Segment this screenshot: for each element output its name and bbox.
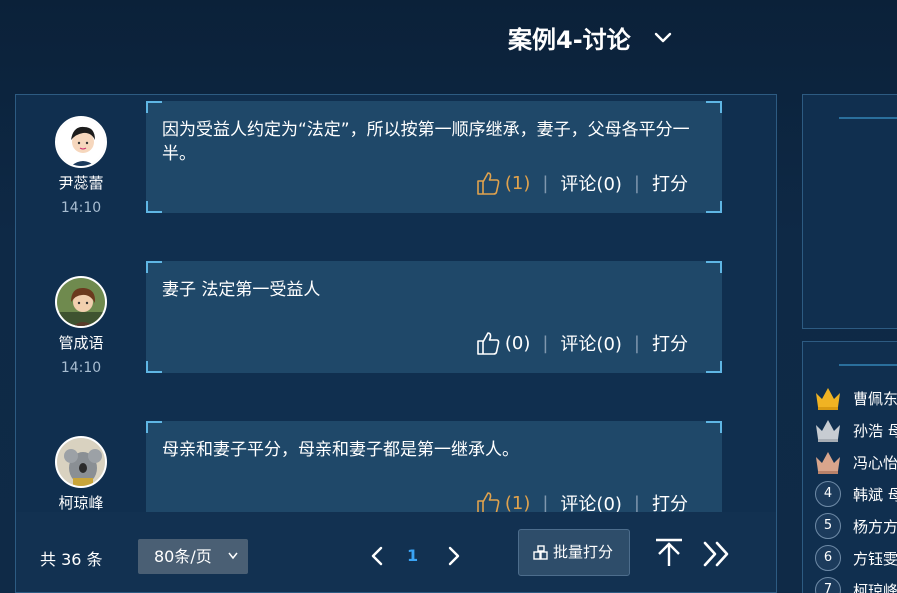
comment-button[interactable]: 评论(0) (560, 330, 622, 356)
double-chevron-right-icon[interactable] (702, 540, 732, 568)
rank-number: 5 (815, 513, 841, 539)
total-count: 共 36 条 (40, 550, 103, 569)
ranking-item[interactable]: 6 方钰雯 (813, 544, 897, 572)
post-bubble: 妻子 法定第一受益人 (0) | 评论(0) | 打分 (146, 261, 722, 373)
rank-number: 7 (815, 577, 841, 593)
like-count: (1) (504, 492, 531, 513)
chevron-left-icon[interactable] (367, 545, 387, 567)
ranking-name: 韩斌 母 (853, 486, 897, 504)
like-count: (0) (504, 332, 531, 354)
crown-gold-icon (816, 388, 840, 410)
page-size-value: 80条/页 (154, 547, 212, 566)
ranking-item[interactable]: 曹佩东 (813, 384, 897, 412)
score-button[interactable]: 打分 (652, 490, 688, 512)
ranking-item[interactable]: 冯心怡 (813, 448, 897, 476)
post-item: 尹蕊蕾 14:10 因为受益人约定为“法定”，所以按第一顺序继承，妻子，父母各平… (16, 99, 776, 219)
crown-silver-icon (816, 420, 840, 442)
current-page[interactable]: 1 (407, 546, 418, 565)
page-title: 案例4-讨论 (508, 26, 631, 54)
thumbs-up-icon (477, 492, 500, 512)
header: 案例4-讨论 (0, 0, 897, 80)
discussion-feed[interactable]: 尹蕊蕾 14:10 因为受益人约定为“法定”，所以按第一顺序继承，妻子，父母各平… (16, 95, 776, 512)
rank-number: 6 (815, 545, 841, 571)
like-button[interactable]: (1) (475, 490, 531, 513)
chevron-right-icon[interactable] (444, 545, 464, 567)
grid-icon (533, 545, 548, 560)
separator: | (542, 492, 549, 513)
thumbs-up-icon (477, 172, 500, 195)
ranking-panel: 曹佩东 孙浩 母 冯心怡 4 韩斌 母 5 杨方方 6 方钰雯 7 柯琼峰 (802, 341, 897, 593)
avatar[interactable] (55, 116, 107, 168)
chevron-down-icon[interactable] (652, 26, 674, 48)
rank-number: 4 (815, 481, 841, 507)
side-panel-top (802, 94, 897, 329)
batch-score-label: 批量打分 (553, 543, 614, 561)
divider (839, 117, 897, 119)
avatar[interactable] (55, 436, 107, 488)
author-name: 柯琼峰 (58, 494, 104, 512)
like-count: (1) (504, 172, 531, 194)
batch-score-button[interactable]: 批量打分 (518, 529, 630, 576)
thumbs-up-icon (477, 332, 500, 355)
separator: | (542, 172, 549, 194)
comment-button[interactable]: 评论(0) (560, 490, 622, 512)
ranking-item[interactable]: 5 杨方方 (813, 512, 897, 540)
post-item: 柯琼峰 母亲和妻子平分，母亲和妻子都是第一继承人。 (1) | 评论(0) | … (16, 419, 776, 512)
ranking-item[interactable]: 4 韩斌 母 (813, 480, 897, 508)
post-actions: (1) | 评论(0) | 打分 (475, 169, 688, 197)
author-name: 尹蕊蕾 (58, 174, 104, 192)
comment-button[interactable]: 评论(0) (560, 170, 622, 196)
pagination-bar: 共 36 条 80条/页 1 批量打分 (16, 512, 776, 592)
ranking-item[interactable]: 7 柯琼峰 (813, 576, 897, 593)
ranking-name: 柯琼峰 (853, 582, 897, 593)
score-button[interactable]: 打分 (652, 330, 688, 356)
divider (839, 364, 897, 366)
crown-bronze-icon (816, 452, 840, 474)
post-actions: (0) | 评论(0) | 打分 (475, 329, 688, 357)
ranking-name: 曹佩东 (853, 390, 897, 408)
post-content: 母亲和妻子平分，母亲和妻子都是第一继承人。 (162, 440, 519, 460)
post-time: 14:10 (60, 200, 102, 216)
ranking-name: 杨方方 (853, 518, 897, 536)
separator: | (633, 492, 640, 513)
post-content: 因为受益人约定为“法定”，所以按第一顺序继承，妻子，父母各平分一半。 (162, 120, 690, 164)
avatar[interactable] (55, 276, 107, 328)
ranking-name: 方钰雯 (853, 550, 897, 568)
post-bubble: 因为受益人约定为“法定”，所以按第一顺序继承，妻子，父母各平分一半。 (1) |… (146, 101, 722, 213)
separator: | (633, 172, 640, 194)
post-actions: (1) | 评论(0) | 打分 (475, 489, 688, 512)
chevron-down-icon (228, 552, 238, 560)
separator: | (633, 332, 640, 354)
post-content: 妻子 法定第一受益人 (162, 280, 321, 300)
ranking-name: 冯心怡 (853, 454, 897, 472)
like-button[interactable]: (1) (475, 170, 531, 196)
post-item: 管成语 14:10 妻子 法定第一受益人 (0) | 评论(0) | 打分 (16, 259, 776, 379)
ranking-item[interactable]: 孙浩 母 (813, 416, 897, 444)
post-bubble: 母亲和妻子平分，母亲和妻子都是第一继承人。 (1) | 评论(0) | 打分 (146, 421, 722, 512)
author-name: 管成语 (58, 334, 104, 352)
ranking-name: 孙浩 母 (853, 422, 897, 440)
score-button[interactable]: 打分 (652, 170, 688, 196)
post-time: 14:10 (60, 360, 102, 376)
page-size-select[interactable]: 80条/页 (138, 539, 248, 574)
separator: | (542, 332, 549, 354)
arrow-up-icon[interactable] (654, 538, 684, 568)
like-button[interactable]: (0) (475, 330, 531, 356)
